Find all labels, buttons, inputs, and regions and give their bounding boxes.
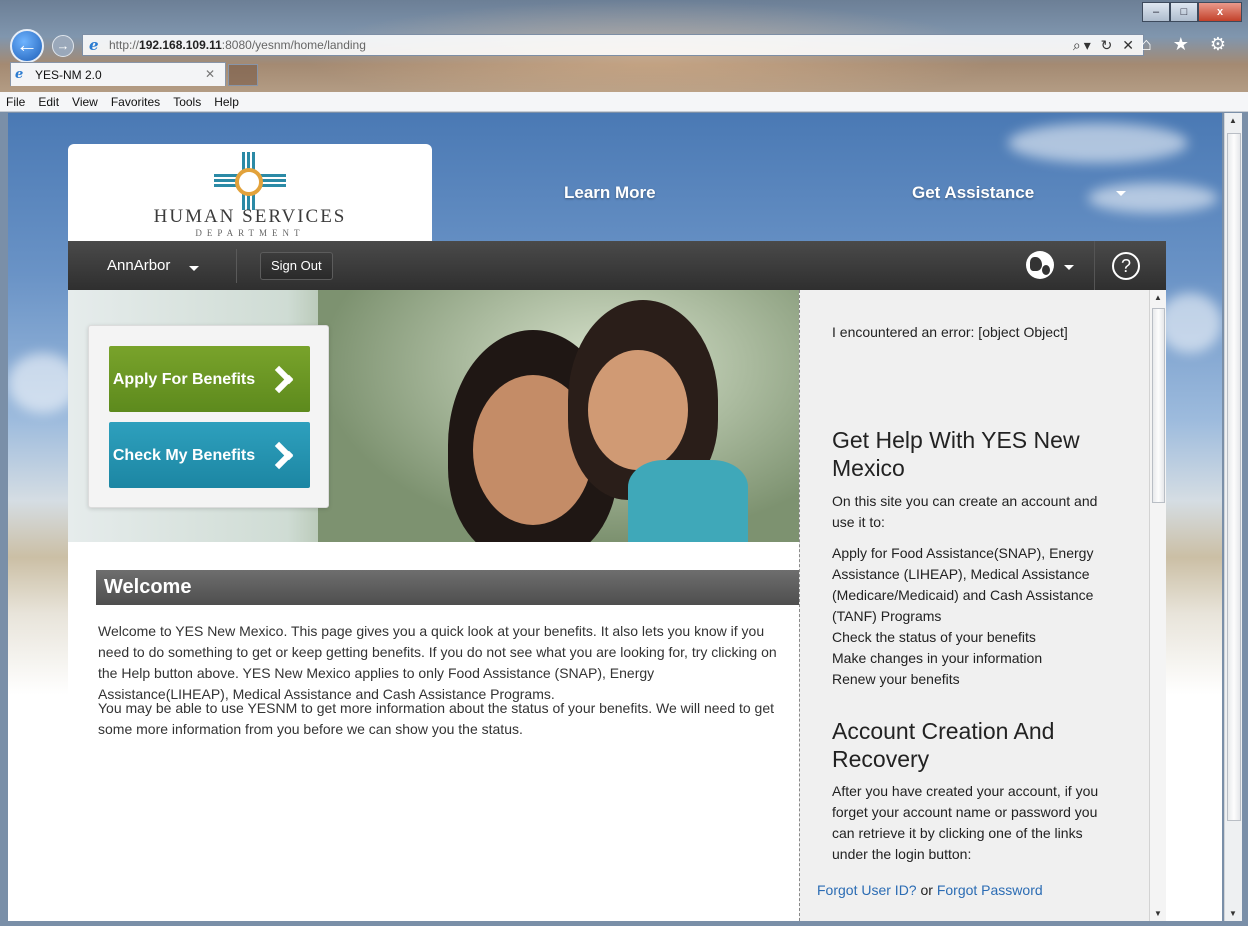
- tab-close-icon[interactable]: ✕: [205, 67, 215, 81]
- menu-favorites[interactable]: Favorites: [111, 95, 160, 109]
- nav-learn-more[interactable]: Learn More: [564, 183, 656, 203]
- cloud-decoration: [1088, 183, 1218, 213]
- chevron-down-icon[interactable]: [1064, 265, 1074, 270]
- account-text: After you have created your account, if …: [832, 783, 1099, 862]
- cta-panel: Apply For Benefits Check My Benefits: [88, 325, 329, 508]
- tab-strip: e YES-NM 2.0 ✕: [10, 62, 258, 86]
- menu-help[interactable]: Help: [214, 95, 239, 109]
- user-bar: AnnArbor Sign Out ?: [68, 241, 1166, 290]
- maximize-button[interactable]: □: [1170, 2, 1198, 22]
- ie-icon: e: [89, 36, 99, 54]
- close-window-button[interactable]: x: [1198, 2, 1242, 22]
- chevron-down-icon[interactable]: [1116, 191, 1126, 196]
- logo-title: HUMAN SERVICES: [153, 206, 347, 227]
- apply-for-benefits-button[interactable]: Apply For Benefits: [109, 346, 310, 412]
- minimize-button[interactable]: –: [1142, 2, 1170, 22]
- scroll-down-icon[interactable]: ▼: [1229, 909, 1237, 918]
- help-sidebar: I encountered an error: [object Object] …: [799, 290, 1166, 921]
- help-intro: On this site you can create an account a…: [832, 493, 1098, 530]
- help-button[interactable]: ?: [1112, 252, 1140, 280]
- page-viewport: HUMAN SERVICES DEPARTMENT Learn More Get…: [8, 113, 1222, 921]
- account-heading: Account Creation And Recovery: [832, 718, 1055, 772]
- welcome-paragraph: Welcome to YES New Mexico. This page giv…: [98, 623, 777, 702]
- divider: [236, 249, 237, 283]
- globe-icon[interactable]: [1026, 251, 1054, 279]
- address-tools[interactable]: ⌕▾ ↻ ✕: [1073, 37, 1137, 54]
- menu-view[interactable]: View: [72, 95, 98, 109]
- logo-subtitle: DEPARTMENT: [195, 228, 305, 238]
- forward-button[interactable]: →: [52, 35, 74, 57]
- window-controls: – □ x: [1142, 2, 1242, 22]
- scroll-up-icon[interactable]: ▲: [1154, 293, 1162, 302]
- help-heading: Get Help With YES New Mexico: [832, 427, 1080, 481]
- chevron-right-icon: [274, 442, 292, 468]
- address-url: http://192.168.109.11:8080/yesnm/home/la…: [109, 38, 366, 52]
- check-my-benefits-button[interactable]: Check My Benefits: [109, 422, 310, 488]
- help-item: Renew your benefits: [832, 671, 960, 687]
- browser-titlebar: – □ x ← → e http://192.168.109.11:8080/y…: [0, 0, 1248, 92]
- chevron-right-icon: [274, 366, 292, 392]
- back-button[interactable]: ←: [10, 29, 44, 63]
- chevron-down-icon[interactable]: [189, 266, 199, 271]
- scroll-down-icon[interactable]: ▼: [1154, 909, 1162, 918]
- main-content: Welcome Welcome to YES New Mexico. This …: [68, 542, 799, 921]
- zia-sun-icon: [235, 168, 263, 196]
- nav-get-assistance[interactable]: Get Assistance: [912, 183, 1034, 203]
- menu-edit[interactable]: Edit: [38, 95, 59, 109]
- cloud-decoration: [1008, 123, 1188, 163]
- error-message: I encountered an error: [object Object]: [832, 324, 1068, 340]
- menu-bar: File Edit View Favorites Tools Help: [0, 92, 1248, 112]
- menu-tools[interactable]: Tools: [173, 95, 201, 109]
- help-item: Apply for Food Assistance(SNAP), Energy …: [832, 545, 1094, 624]
- help-item: Make changes in your information: [832, 650, 1043, 666]
- menu-file[interactable]: File: [6, 95, 25, 109]
- welcome-heading: Welcome: [96, 570, 799, 605]
- divider: [1094, 241, 1095, 290]
- cloud-decoration: [1158, 293, 1222, 353]
- new-tab-button[interactable]: [228, 64, 258, 86]
- hsd-logo[interactable]: HUMAN SERVICES DEPARTMENT: [68, 144, 432, 244]
- browser-right-icons[interactable]: ⌂ ★ ⚙: [1141, 34, 1234, 55]
- tab-title: YES-NM 2.0: [35, 67, 102, 82]
- hero-photo-person: [588, 350, 688, 470]
- scroll-up-icon[interactable]: ▲: [1229, 116, 1237, 125]
- recovery-links: Forgot User ID? or Forgot Password: [817, 882, 1043, 898]
- apply-button-label: Apply For Benefits: [112, 370, 256, 388]
- check-button-label: Check My Benefits: [112, 446, 256, 464]
- forgot-password-link[interactable]: Forgot Password: [937, 882, 1043, 898]
- sign-out-button[interactable]: Sign Out: [260, 252, 333, 280]
- ie-tab-icon: e: [15, 66, 24, 82]
- forgot-user-id-link[interactable]: Forgot User ID?: [817, 882, 917, 898]
- status-paragraph: You may be able to use YESNM to get more…: [98, 700, 775, 737]
- user-menu[interactable]: AnnArbor: [107, 257, 170, 274]
- tab-yes-nm[interactable]: e YES-NM 2.0 ✕: [10, 62, 226, 86]
- help-item: Check the status of your benefits: [832, 629, 1036, 645]
- address-bar[interactable]: e http://192.168.109.11:8080/yesnm/home/…: [82, 34, 1144, 56]
- hero-photo-person: [628, 460, 748, 542]
- sidebar-scrollbar[interactable]: ▲ ▼: [1149, 290, 1166, 921]
- page-scrollbar[interactable]: ▲ ▼: [1224, 113, 1242, 921]
- sidebar-scroll-thumb[interactable]: [1152, 308, 1165, 503]
- or-text: or: [916, 882, 937, 898]
- hero-banner: Apply For Benefits Check My Benefits: [68, 290, 799, 542]
- page-scroll-thumb[interactable]: [1227, 133, 1241, 821]
